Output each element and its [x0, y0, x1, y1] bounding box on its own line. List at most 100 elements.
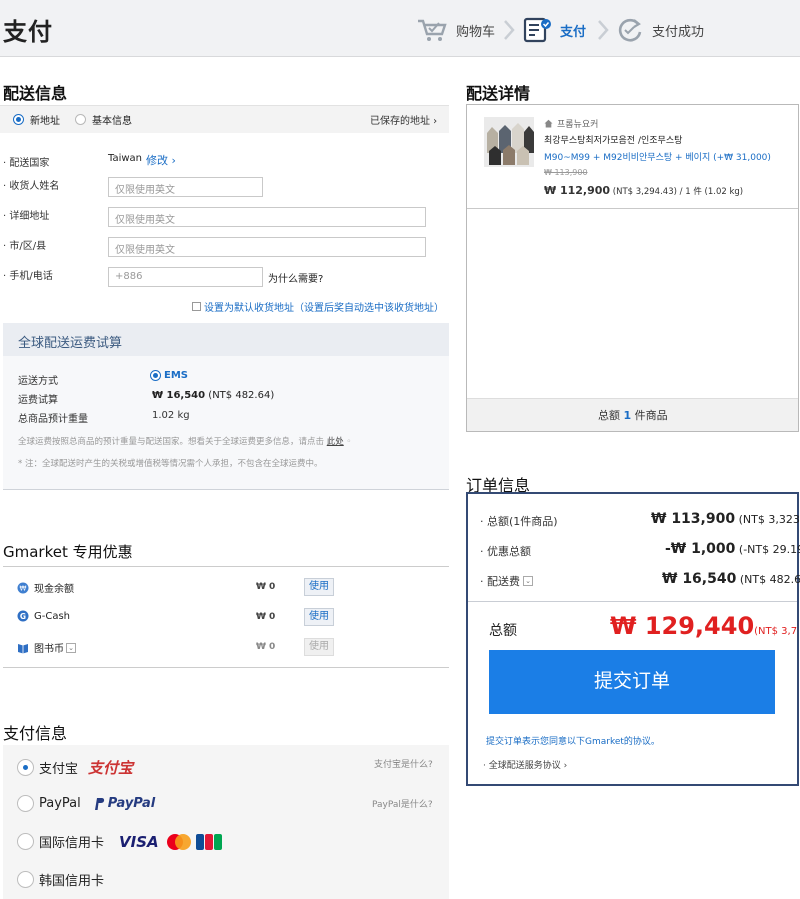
visa-logo: VISA [119, 832, 159, 851]
saved-address-label: 已保存的地址 [370, 116, 430, 127]
method-label: 运送方式 [18, 376, 58, 387]
radio-unselected[interactable] [17, 871, 34, 888]
coupons-top-divider [3, 566, 449, 567]
chevron-right-icon [502, 18, 516, 42]
coupons-bottom-divider [3, 667, 449, 668]
book-coin-icon [17, 642, 29, 654]
total-label: 总额 [489, 623, 517, 639]
payment-title: 支付信息 [3, 724, 68, 743]
shipping-fee-ntd: (NT$ 482.64) [739, 573, 800, 586]
address-input[interactable]: 仅限使用英文 [108, 207, 426, 227]
payment-paypal-option[interactable]: PayPal PayPal [17, 795, 155, 812]
chevron-down-icon[interactable]: ⌄ [66, 642, 76, 653]
country-value: Taiwan [108, 153, 143, 164]
payment-label: 韩国信用卡 [39, 874, 105, 889]
radio-selected[interactable] [13, 114, 24, 125]
paypal-logo: PayPal [93, 796, 155, 811]
total-suffix: 件商品 [634, 409, 668, 422]
saved-address-link[interactable]: 已保存的地址 › [370, 112, 437, 127]
paypal-logo-text: PayPal [107, 796, 156, 811]
fee-value: ₩ 16,540 [152, 390, 206, 401]
chevron-right-icon [596, 18, 610, 42]
svg-text:₩: ₩ [20, 584, 27, 592]
service-agreement-link[interactable]: · 全球配送服务协议 › [483, 758, 567, 771]
payment-kr-card-option[interactable]: 韩国信用卡 [17, 870, 104, 889]
discount-value-group: -₩ 1,000 (-NT$ 29.19) [665, 541, 800, 557]
refresh-check-icon [616, 17, 644, 43]
shipping-calc-title: 全球配送运费试算 [18, 336, 123, 351]
original-price: ₩ 113,900 [544, 168, 588, 177]
use-gcash-button[interactable]: 使用 [304, 608, 334, 626]
product-name[interactable]: 최강무스탕최저가모음전 /인조무스탕 [544, 133, 682, 146]
chevron-down-icon[interactable]: ⌄ [523, 576, 533, 586]
cash-amount: ₩ 0 [256, 582, 276, 592]
use-book-button[interactable]: 使用 [304, 638, 334, 656]
radio-unselected[interactable] [75, 114, 86, 125]
radio-selected[interactable] [17, 759, 34, 776]
shipping-fee-value: ₩ 16,540 [662, 571, 737, 587]
payment-label: 国际信用卡 [39, 836, 105, 851]
detail-divider [467, 208, 798, 209]
total-value: ₩ 129,440 [610, 612, 755, 640]
cart-icon [416, 17, 448, 43]
subtotal-ntd: (NT$ 3,323.61) [738, 513, 800, 526]
city-input[interactable]: 仅限使用英文 [108, 237, 426, 257]
shipping-note-2: * 注：全球配送时产生的关税或增值税等情况需个人承担，不包含在全球运费中。 [18, 459, 323, 469]
edit-label: 修改 [146, 154, 168, 167]
price: ₩ 112,900 [544, 184, 611, 197]
submit-order-button[interactable]: 提交订单 [489, 650, 775, 714]
total-prefix: 总额 [598, 409, 620, 422]
radio-unselected[interactable] [17, 833, 34, 850]
step-payment: 支付 [522, 17, 587, 43]
total-count: 1 [623, 409, 632, 422]
service-link-label: · 全球配送服务协议 [483, 761, 561, 771]
tab-new-address[interactable]: 新地址 [13, 112, 60, 127]
subtotal-label: · 总额(1件商品) [480, 515, 558, 528]
coupon-gcash: G G-Cash [17, 610, 70, 622]
payment-form-icon [522, 17, 552, 43]
payment-alipay-option[interactable]: 支付宝 支付宝 [17, 757, 133, 778]
alipay-help-link[interactable]: 支付宝是什么? [374, 757, 433, 770]
coupon-cash: ₩ 现金余额 [17, 580, 74, 595]
alipay-logo: 支付宝 [88, 759, 134, 777]
radio-selected[interactable] [150, 370, 161, 381]
seller-name: 프롬뉴요커 [557, 120, 599, 130]
phone-input[interactable]: +886 [108, 267, 263, 287]
tab-basic-info[interactable]: 基本信息 [75, 112, 132, 127]
paypal-help-link[interactable]: PayPal是什么? [372, 797, 433, 810]
note-link[interactable]: 此处 [327, 437, 344, 447]
fee-label: 运费试算 [18, 395, 58, 406]
discount-ntd: (-NT$ 29.19) [738, 543, 800, 556]
default-address-checkbox[interactable] [192, 302, 201, 311]
page-title: 支付 [3, 18, 53, 46]
qty-weight: / 1 件 (1.02 kg) [679, 187, 744, 197]
why-needed-link[interactable]: 为什么需要? [268, 270, 323, 285]
total-ntd: (NT$ 3,777.07) [754, 626, 797, 637]
coupon-label: 现金余额 [34, 584, 74, 595]
step-label: 支付成功 [652, 24, 705, 40]
name-input[interactable]: 仅限使用英文 [108, 177, 263, 197]
payment-label: 支付宝 [39, 762, 79, 777]
note-text: 全球运费按照总商品的预计重量与配送国家。想看关于全球运费更多信息，请点击 [18, 437, 325, 447]
price-ntd: (NT$ 3,294.43) [612, 187, 677, 197]
step-cart: 购物车 [416, 18, 495, 42]
coupon-book: 图书币 ⌄ [17, 640, 76, 655]
fee-ntd: (NT$ 482.64) [208, 390, 275, 401]
country-edit-link[interactable]: 修改 › [146, 152, 176, 168]
default-address-option[interactable]: 设置为默认收货地址（设置后奖自动选中该收货地址） [192, 299, 444, 314]
mastercard-icon [165, 833, 193, 851]
radio-unselected[interactable] [17, 795, 34, 812]
use-cash-button[interactable]: 使用 [304, 578, 334, 596]
seller-row[interactable]: 프롬뉴요커 [544, 117, 598, 130]
payment-intl-card-option[interactable]: 国际信用卡 VISA [17, 832, 222, 851]
subtotal-value-group: ₩ 113,900 (NT$ 3,323.61) [651, 511, 800, 527]
method-ems-option[interactable]: EMS [150, 370, 188, 381]
total-value-group: ₩ 129,440(NT$ 3,777.07) [610, 612, 797, 640]
address-label: · 详细地址 [3, 211, 50, 222]
gcash-icon: G [17, 610, 29, 622]
home-icon [544, 119, 553, 128]
book-amount: ₩ 0 [256, 642, 276, 652]
step-label: 支付 [560, 24, 587, 40]
detail-total: 总额 1 件商品 [598, 407, 668, 423]
product-thumbnail[interactable] [484, 117, 534, 167]
